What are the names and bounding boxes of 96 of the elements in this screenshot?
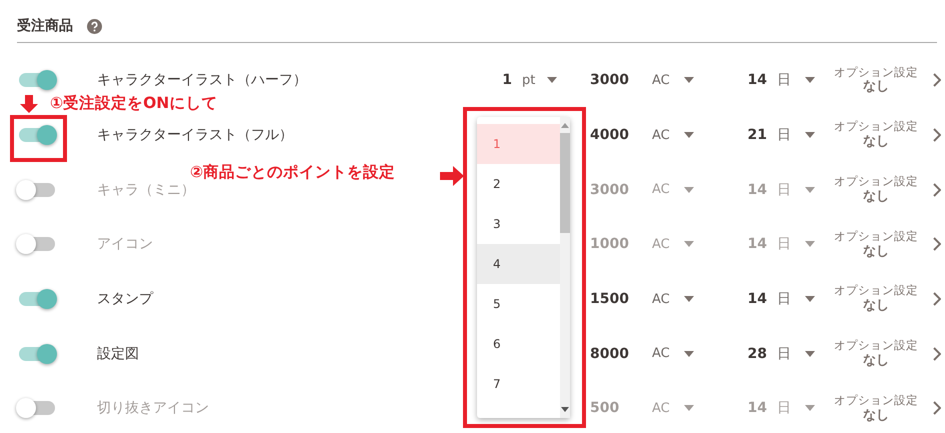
currency-unit: AC bbox=[652, 182, 670, 198]
price-value: 1500 bbox=[590, 291, 630, 308]
toggle-switch[interactable] bbox=[19, 346, 55, 361]
caret-icon[interactable] bbox=[805, 132, 815, 138]
currency-unit: AC bbox=[652, 292, 670, 307]
highlight-frame bbox=[10, 115, 67, 162]
option-label: オプション設定 bbox=[834, 339, 918, 353]
days-unit: 日 bbox=[777, 126, 791, 144]
option-value: なし bbox=[863, 79, 889, 96]
days-value: 14 bbox=[746, 72, 767, 88]
product-name: スタンプ bbox=[97, 290, 154, 308]
product-name: 設定図 bbox=[97, 344, 140, 363]
dropdown-option[interactable]: 7 bbox=[477, 364, 560, 404]
help-icon[interactable] bbox=[87, 18, 102, 34]
annotation-text: ①受注設定をONにして bbox=[50, 93, 218, 114]
product-name: キャラクターイラスト（フル） bbox=[97, 126, 294, 144]
option-value: なし bbox=[863, 188, 889, 204]
currency-unit: AC bbox=[652, 346, 670, 362]
chevron-right-icon[interactable] bbox=[933, 73, 941, 88]
currency-unit: AC bbox=[652, 128, 670, 143]
days-value: 14 bbox=[746, 182, 767, 198]
price-value: 1000 bbox=[590, 236, 630, 252]
product-name: アイコン bbox=[97, 235, 154, 254]
option-label: オプション設定 bbox=[834, 230, 918, 244]
days-value: 21 bbox=[746, 127, 767, 144]
days-unit: 日 bbox=[777, 290, 791, 308]
toggle-switch[interactable] bbox=[19, 182, 55, 197]
arrow-down-icon bbox=[20, 95, 38, 113]
option-value: なし bbox=[863, 244, 889, 260]
dropdown-option[interactable]: 3 bbox=[477, 204, 560, 244]
product-name: キャラ（ミニ） bbox=[97, 180, 196, 199]
product-name: キャラクターイラスト（ハーフ） bbox=[97, 71, 308, 90]
option-value: なし bbox=[863, 298, 889, 314]
caret-icon[interactable] bbox=[684, 132, 694, 138]
dropdown-option[interactable]: 4 bbox=[477, 244, 560, 284]
currency-unit: AC bbox=[652, 236, 670, 252]
arrow-right-icon bbox=[440, 166, 464, 186]
scrollbar[interactable] bbox=[560, 117, 570, 418]
toggle-switch[interactable] bbox=[19, 73, 55, 88]
caret-icon[interactable] bbox=[805, 186, 815, 193]
scroll-up-icon[interactable] bbox=[561, 123, 569, 128]
option-value: なし bbox=[863, 352, 889, 368]
scroll-down-icon[interactable] bbox=[561, 407, 569, 412]
caret-icon[interactable] bbox=[684, 350, 694, 357]
chevron-right-icon[interactable] bbox=[933, 401, 941, 416]
option-label: オプション設定 bbox=[834, 284, 918, 298]
option-label: オプション設定 bbox=[834, 394, 918, 408]
option-value: なし bbox=[863, 408, 889, 424]
days-unit: 日 bbox=[777, 235, 791, 254]
caret-icon[interactable] bbox=[684, 77, 694, 84]
days-unit: 日 bbox=[777, 399, 791, 418]
dropdown-option[interactable]: 2 bbox=[477, 164, 560, 204]
caret-icon[interactable] bbox=[684, 405, 694, 412]
days-value: 14 bbox=[746, 291, 767, 308]
days-unit: 日 bbox=[777, 344, 791, 363]
days-value: 14 bbox=[746, 400, 767, 416]
price-value: 3000 bbox=[590, 182, 630, 198]
toggle-switch[interactable] bbox=[19, 237, 55, 252]
days-value: 14 bbox=[746, 236, 767, 252]
chevron-right-icon[interactable] bbox=[933, 292, 941, 306]
caret-icon[interactable] bbox=[805, 296, 815, 302]
toggle-switch[interactable] bbox=[19, 128, 55, 142]
caret-icon[interactable] bbox=[684, 241, 694, 248]
price-value: 500 bbox=[590, 400, 620, 416]
chevron-right-icon[interactable] bbox=[933, 128, 941, 142]
option-value: なし bbox=[863, 134, 889, 150]
chevron-right-icon[interactable] bbox=[933, 346, 941, 361]
price-value: 8000 bbox=[590, 346, 630, 362]
toggle-switch[interactable] bbox=[19, 401, 55, 416]
caret-icon[interactable] bbox=[805, 350, 815, 357]
section-title: 受注商品 bbox=[17, 17, 73, 35]
product-name: 切り抜きアイコン bbox=[97, 399, 210, 418]
point-value: 1 bbox=[501, 72, 512, 88]
currency-unit: AC bbox=[652, 400, 670, 416]
option-label: オプション設定 bbox=[834, 175, 918, 189]
days-value: 28 bbox=[746, 346, 767, 362]
chevron-right-icon[interactable] bbox=[933, 237, 941, 252]
dropdown-option[interactable]: 5 bbox=[477, 284, 560, 324]
option-label: オプション設定 bbox=[834, 120, 918, 134]
currency-unit: AC bbox=[652, 72, 670, 88]
days-unit: 日 bbox=[777, 71, 791, 90]
caret-icon[interactable] bbox=[805, 405, 815, 412]
caret-icon[interactable] bbox=[805, 77, 815, 84]
dropdown-option[interactable]: 6 bbox=[477, 324, 560, 364]
point-unit: pt bbox=[522, 72, 536, 88]
caret-icon[interactable] bbox=[547, 77, 558, 84]
annotation-text: ②商品ごとのポイントを設定 bbox=[190, 162, 396, 183]
caret-icon[interactable] bbox=[805, 241, 815, 248]
chevron-right-icon[interactable] bbox=[933, 182, 941, 197]
option-label: オプション設定 bbox=[834, 66, 918, 80]
toggle-switch[interactable] bbox=[19, 292, 55, 306]
price-value: 3000 bbox=[590, 72, 630, 88]
caret-icon[interactable] bbox=[684, 296, 694, 302]
caret-icon[interactable] bbox=[684, 186, 694, 193]
price-value: 4000 bbox=[590, 127, 630, 144]
days-unit: 日 bbox=[777, 180, 791, 199]
